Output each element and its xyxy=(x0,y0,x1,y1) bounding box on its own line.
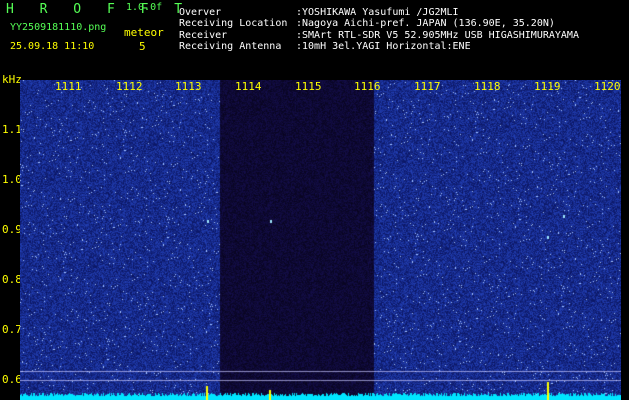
y-tick: 0.8 xyxy=(2,273,22,286)
x-tick: 1112 xyxy=(116,80,143,93)
y-axis-unit: kHz xyxy=(2,73,22,86)
app-title: H R O F F T xyxy=(6,2,192,17)
x-tick: 1114 xyxy=(235,80,262,93)
info-location-value: :Nagoya Aichi-pref. JAPAN (136.90E, 35.2… xyxy=(296,18,555,29)
y-tick: 0.9 xyxy=(2,223,22,236)
x-tick: 1120 xyxy=(594,80,621,93)
info-observer-label: Overver xyxy=(179,7,222,18)
x-tick: 1117 xyxy=(414,80,441,93)
info-receiver-label: Receiver xyxy=(179,30,228,41)
x-tick: 1115 xyxy=(295,80,322,93)
x-tick: 1116 xyxy=(354,80,381,93)
spectrogram-canvas xyxy=(20,80,621,400)
meteor-label: meteor xyxy=(124,26,164,39)
timestamp: 25.09.18 11:10 xyxy=(10,41,95,52)
y-tick: 1.1 xyxy=(2,123,22,136)
file-name: YY2509181110.png xyxy=(10,22,107,33)
x-tick: 1119 xyxy=(534,80,561,93)
spectrogram xyxy=(20,80,621,400)
app-version: 1.0.0f xyxy=(126,2,163,13)
y-tick: 0.6 xyxy=(2,373,22,386)
y-tick: 1.0 xyxy=(2,173,22,186)
hroff-screen: { "app": { "title": "H R O F F T", "vers… xyxy=(0,0,629,400)
meteor-count: 5 xyxy=(139,40,146,53)
x-tick: 1111 xyxy=(55,80,82,93)
x-tick: 1118 xyxy=(474,80,501,93)
x-tick: 1113 xyxy=(175,80,202,93)
y-tick: 0.7 xyxy=(2,323,22,336)
info-observer-value: :YOSHIKAWA Yasufumi /JG2MLI xyxy=(296,7,459,18)
info-antenna-label: Receiving Antenna xyxy=(179,41,282,52)
info-antenna-value: :10mH 3el.YAGI Horizontal:ENE xyxy=(296,41,471,52)
info-location-label: Receiving Location xyxy=(179,18,288,29)
info-receiver-value: :SMArt RTL-SDR V5 52.905MHz USB HIGASHIM… xyxy=(296,30,579,41)
